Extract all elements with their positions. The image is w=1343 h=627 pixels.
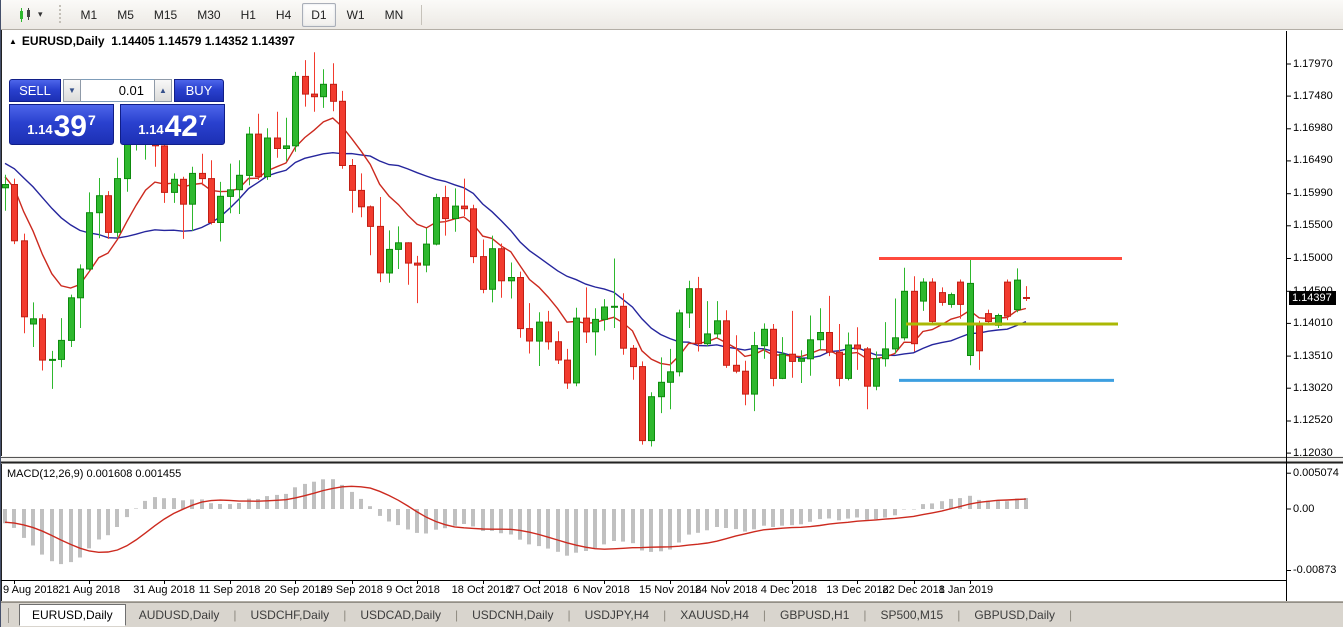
buy-price-prefix: 1.14: [138, 122, 163, 137]
chart-tab-8[interactable]: SP500,M15: [868, 605, 957, 625]
chart-tab-4[interactable]: USDCNH,Daily: [459, 605, 566, 625]
buy-button[interactable]: BUY: [174, 79, 224, 102]
timeframe-button-M5[interactable]: M5: [108, 3, 143, 27]
chevron-down-icon: ▾: [38, 9, 43, 20]
tab-separator: |: [233, 608, 236, 622]
timeframe-button-M30[interactable]: M30: [188, 3, 229, 27]
mt4-terminal: ▾ M1M5M15M30H1H4D1W1MN ▲ EURUSD,Daily 1.1…: [0, 0, 1343, 627]
tab-separator: |: [567, 608, 570, 622]
toolbar-gripper[interactable]: [58, 5, 63, 25]
lot-size-input[interactable]: [81, 79, 154, 102]
tab-separator: |: [663, 608, 666, 622]
timeframe-button-D1[interactable]: D1: [302, 3, 335, 27]
chart-title-ohlc: 1.14405 1.14579 1.14352 1.14397: [111, 34, 295, 48]
tab-separator: |: [863, 608, 866, 622]
lot-stepper: ▼ ▲: [63, 79, 172, 102]
lot-increase-button[interactable]: ▲: [154, 79, 172, 102]
toolbar-separator: [421, 5, 422, 25]
lot-decrease-button[interactable]: ▼: [63, 79, 81, 102]
sell-price-prefix: 1.14: [27, 122, 52, 137]
chart-tab-2[interactable]: USDCHF,Daily: [238, 605, 343, 625]
chart-tab-9[interactable]: GBPUSD,Daily: [961, 605, 1068, 625]
timeframe-button-H1[interactable]: H1: [232, 3, 265, 27]
tab-bar-gutter: [8, 608, 9, 623]
caret-down-icon: ▼: [68, 86, 76, 95]
buy-price-button[interactable]: 1.14 42 7: [120, 104, 225, 145]
tab-separator: |: [1069, 608, 1072, 622]
sell-price-button[interactable]: 1.14 39 7: [9, 104, 114, 145]
timeframe-button-M15[interactable]: M15: [145, 3, 186, 27]
periods-toolbar-button[interactable]: ▾: [13, 4, 48, 26]
timeframe-buttons: M1M5M15M30H1H4D1W1MN: [71, 3, 414, 27]
timeframe-button-MN[interactable]: MN: [376, 3, 413, 27]
chart-tab-5[interactable]: USDJPY,H4: [572, 605, 662, 625]
sell-button[interactable]: SELL: [9, 79, 61, 102]
chart-window: ▲ EURUSD,Daily 1.14405 1.14579 1.14352 1.…: [1, 30, 1343, 602]
chart-title: ▲ EURUSD,Daily 1.14405 1.14579 1.14352 1.…: [9, 34, 295, 48]
timeframe-button-M1[interactable]: M1: [72, 3, 107, 27]
chart-tab-1[interactable]: AUDUSD,Daily: [126, 605, 233, 625]
sell-price-pips: 39: [54, 114, 87, 140]
chart-tab-bar: EURUSD,DailyAUDUSD,Daily|USDCHF,Daily|US…: [1, 602, 1343, 627]
tab-separator: |: [763, 608, 766, 622]
timeframe-button-W1[interactable]: W1: [338, 3, 374, 27]
one-click-trading-panel: SELL ▼ ▲ BUY 1.14 39 7 1.14 42 7: [9, 79, 225, 145]
tab-separator: |: [957, 608, 960, 622]
chart-title-symbol: EURUSD,Daily: [22, 34, 105, 48]
chart-tab-7[interactable]: GBPUSD,H1: [767, 605, 862, 625]
chart-tab-3[interactable]: USDCAD,Daily: [347, 605, 454, 625]
timeframe-button-H4[interactable]: H4: [267, 3, 300, 27]
chart-tab-6[interactable]: XAUUSD,H4: [667, 605, 762, 625]
tab-separator: |: [455, 608, 458, 622]
buy-price-pips: 42: [165, 114, 198, 140]
sell-price-point: 7: [88, 112, 96, 128]
window-collapse-icon[interactable]: ▲: [9, 37, 17, 46]
tab-separator: |: [343, 608, 346, 622]
periods-icon: [18, 8, 34, 22]
caret-up-icon: ▲: [159, 86, 167, 95]
toolbar: ▾ M1M5M15M30H1H4D1W1MN: [1, 0, 1343, 30]
chart-tab-0[interactable]: EURUSD,Daily: [19, 604, 126, 626]
buy-price-point: 7: [199, 112, 207, 128]
